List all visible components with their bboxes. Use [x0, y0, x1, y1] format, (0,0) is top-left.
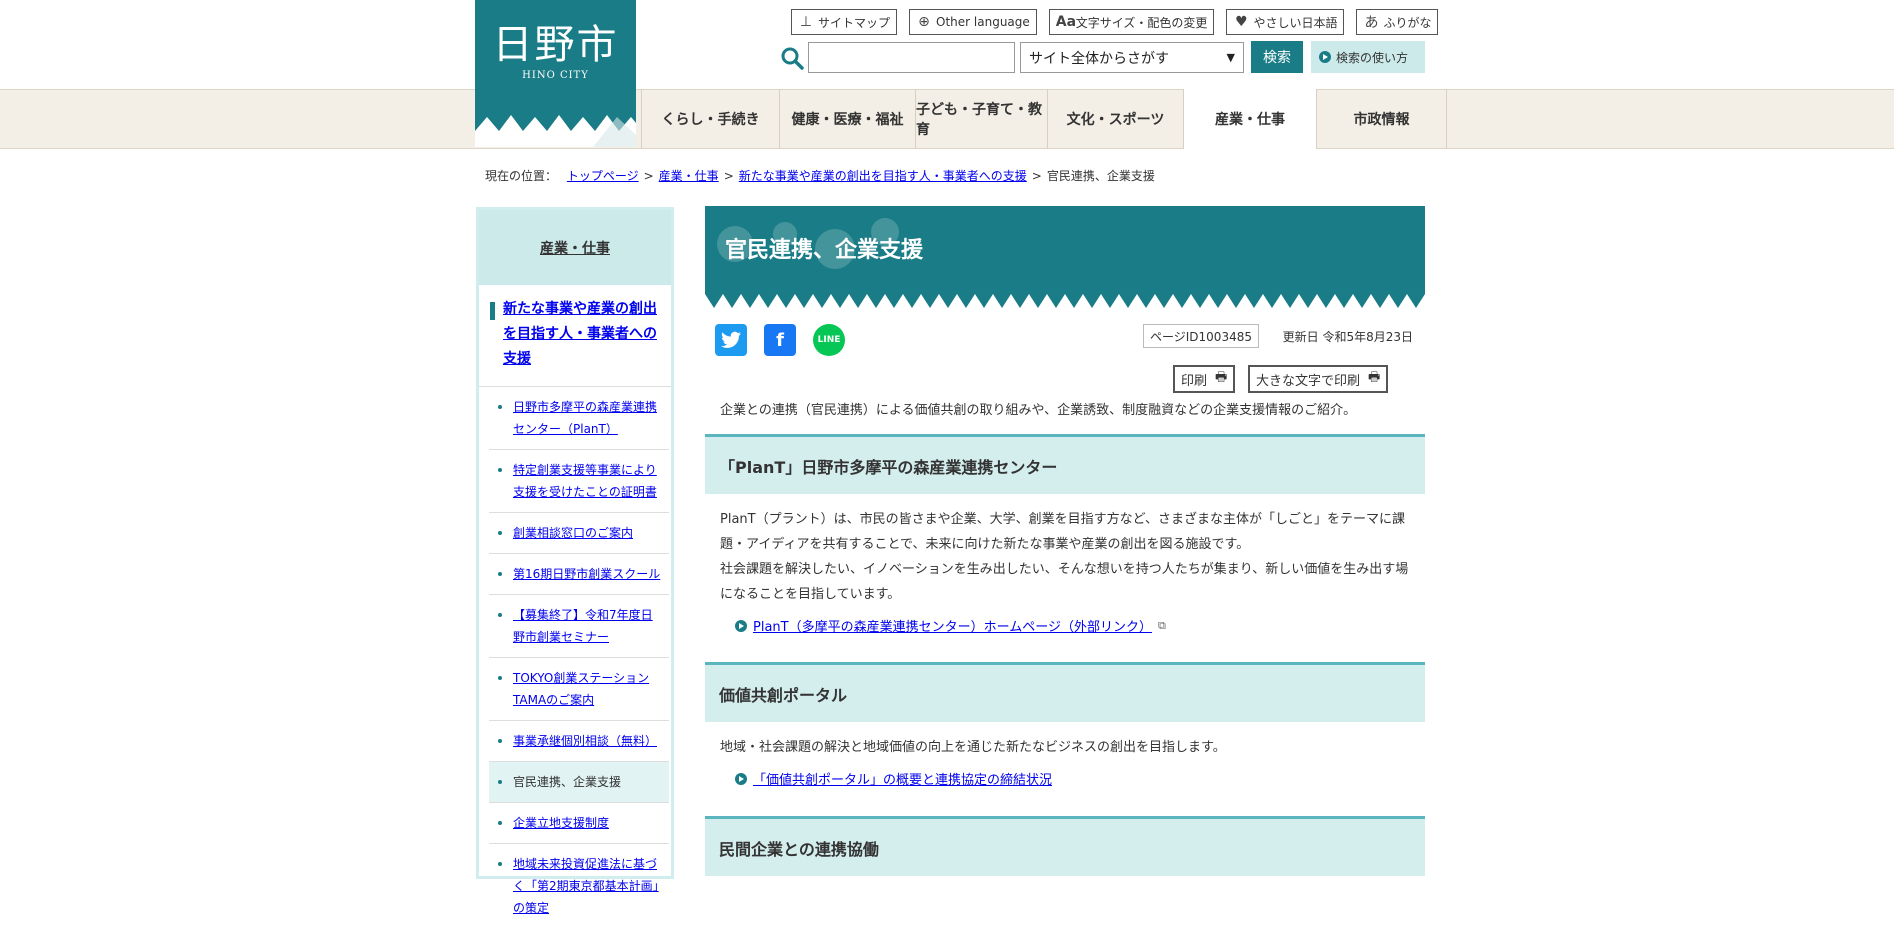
section-paragraph: 社会課題を解決したい、イノベーションを生み出したい、そんな想いを持つ人たちが集ま…: [720, 562, 1409, 602]
breadcrumb-current: 官民連携、企業支援: [1046, 169, 1155, 183]
search-scope-select[interactable]: サイト全体からさがす ▼: [1020, 42, 1244, 73]
play-circle-icon: [1319, 51, 1331, 63]
globe-icon: ⊕: [918, 14, 930, 30]
section-paragraph: 地域・社会課題の解決と地域価値の向上を通じた新たなビジネスの創出を目指します。: [720, 740, 1226, 755]
sitemap-label: サイトマップ: [818, 15, 891, 30]
sidebar-item-location[interactable]: 企業立地支援制度: [489, 803, 669, 844]
sidebar: 産業・仕事 新たな事業や産業の創出を目指す人・事業者への支援 日野市多摩平の森産…: [476, 207, 674, 915]
sidebar-item-label: 事業承継個別相談（無料）: [513, 734, 658, 748]
search-help-label: 検索の使い方: [1336, 50, 1409, 65]
page-meta: f LINE ページID1003485 更新日 令和5年8月23日 印刷 🖶 大…: [705, 308, 1425, 398]
printer-icon: 🖶: [1368, 370, 1381, 385]
title-band: 官民連携、企業支援: [705, 206, 1425, 308]
page-id: ページID1003485: [1143, 324, 1259, 348]
sidebar-item-label: 創業相談窓口のご案内: [513, 526, 634, 540]
sitemap-button[interactable]: ⊥ サイトマップ: [791, 9, 898, 35]
nav-item-living[interactable]: くらし・手続き: [641, 89, 779, 149]
sidebar-item-label: 第16期日野市創業スクール: [513, 567, 661, 581]
logo-subtext: HINO CITY: [522, 70, 589, 81]
printer-icon: 🖶: [1215, 370, 1228, 385]
sidebar-item-label: 企業立地支援制度: [513, 816, 610, 830]
sidebar-item-tokyo-station[interactable]: TOKYO創業ステーションTAMAのご案内: [489, 658, 669, 721]
site-header: 日野市 HINO CITY ⊥ サイトマップ ⊕ Other language …: [0, 0, 1894, 150]
furigana-label: ふりがな: [1383, 15, 1432, 30]
text-size-label: 文字サイズ・配色の変更: [1075, 15, 1208, 30]
breadcrumb: 現在の位置： トップページ > 産業・仕事 > 新たな事業や産業の創出を目指す人・事業者…: [485, 169, 1155, 183]
other-language-label: Other language: [936, 15, 1030, 29]
furigana-icon: あ: [1364, 15, 1379, 31]
sidebar-item-succession[interactable]: 事業承継個別相談（無料）: [489, 721, 669, 762]
nav-item-children[interactable]: 子ども・子育て・教育: [915, 89, 1047, 149]
global-nav: くらし・手続き 健康・医療・福祉 子ども・子育て・教育 文化・スポーツ 産業・仕…: [641, 89, 1447, 149]
sidebar-item-label: 特定創業支援等事業により支援を受けたことの証明書: [513, 463, 657, 499]
mountain-logo-icon: [475, 115, 636, 147]
sidebar-item-label: TOKYO創業ステーションTAMAのご案内: [513, 671, 650, 707]
sidebar-list: 日野市多摩平の森産業連携センター（PlanT） 特定創業支援等事業により支援を受…: [479, 387, 671, 928]
link-arrow-icon: [735, 619, 747, 632]
twitter-icon[interactable]: [715, 324, 747, 356]
plant-homepage-link[interactable]: PlanT（多摩平の森産業連携センター）ホームページ（外部リンク） ⧉: [705, 607, 1425, 635]
breadcrumb-link-industry[interactable]: 産業・仕事: [659, 169, 719, 183]
sidebar-item-label: 地域未来投資促進法に基づく「第2期東京都基本計画」の策定: [513, 857, 659, 915]
breadcrumb-link-top[interactable]: トップページ: [567, 169, 639, 183]
sidebar-item-label: 日野市多摩平の森産業連携センター（PlanT）: [513, 400, 658, 436]
sidebar-subheading[interactable]: 新たな事業や産業の創出を目指す人・事業者への支援: [479, 285, 671, 387]
section-heading-plant: 「PlanT」日野市多摩平の森産業連携センター: [705, 434, 1425, 494]
section-heading-partnership: 民間企業との連携協働: [705, 816, 1425, 876]
sidebar-item-seminar[interactable]: 【募集終了】令和7年度日野市創業セミナー: [489, 595, 669, 658]
link-label: PlanT（多摩平の森産業連携センター）ホームページ（外部リンク）: [753, 620, 1152, 635]
sidebar-item-certificate[interactable]: 特定創業支援等事業により支援を受けたことの証明書: [489, 450, 669, 513]
print-large-button[interactable]: 大きな文字で印刷 🖶: [1248, 365, 1389, 393]
line-icon[interactable]: LINE: [813, 324, 845, 356]
nav-item-health[interactable]: 健康・医療・福祉: [779, 89, 915, 149]
search-icon: [781, 47, 804, 70]
sidebar-item-label: 官民連携、企業支援: [513, 775, 622, 789]
external-link-icon: ⧉: [1157, 618, 1166, 632]
nav-item-industry[interactable]: 産業・仕事: [1183, 89, 1316, 149]
nav-item-city-info[interactable]: 市政情報: [1316, 89, 1447, 149]
logo-text: 日野市: [492, 22, 619, 68]
breadcrumb-link-support[interactable]: 新たな事業や産業の創出を目指す人・事業者への支援: [739, 169, 1027, 183]
breadcrumb-prefix: 現在の位置：: [485, 169, 558, 183]
furigana-button[interactable]: あ ふりがな: [1356, 9, 1439, 35]
sidebar-item-school[interactable]: 第16期日野市創業スクール: [489, 554, 669, 595]
utility-links: ⊥ サイトマップ ⊕ Other language Aa 文字サイズ・配色の変更…: [791, 9, 1439, 35]
link-arrow-icon: [735, 772, 747, 785]
chevron-down-icon: ▼: [1226, 51, 1235, 64]
print-label: 印刷: [1181, 373, 1208, 389]
search-input[interactable]: [808, 42, 1015, 73]
sitemap-icon: ⊥: [799, 14, 813, 30]
zigzag-divider: [705, 294, 1425, 308]
search-help-link[interactable]: 検索の使い方: [1311, 41, 1425, 73]
nav-item-culture[interactable]: 文化・スポーツ: [1047, 89, 1183, 149]
search-button[interactable]: 検索: [1251, 41, 1303, 73]
portal-overview-link[interactable]: 「価値共創ポータル」の概要と連携協定の締結状況: [705, 760, 1425, 788]
updated-date: 更新日 令和5年8月23日: [1282, 330, 1413, 344]
sidebar-heading[interactable]: 産業・仕事: [479, 210, 671, 285]
share-buttons: f LINE: [715, 324, 845, 356]
main-content: 官民連携、企業支援 f LINE ページID1003485 更新日 令和5年8月…: [705, 206, 1425, 901]
print-large-label: 大きな文字で印刷: [1256, 373, 1361, 389]
lead-text: 企業との連携（官民連携）による価値共創の取り組みや、企業誘致、制度融資などの企業…: [720, 403, 1357, 418]
link-label: 「価値共創ポータル」の概要と連携協定の締結状況: [753, 773, 1053, 788]
sidebar-item-plant[interactable]: 日野市多摩平の森産業連携センター（PlanT）: [489, 387, 669, 450]
site-logo[interactable]: 日野市 HINO CITY: [475, 0, 636, 147]
text-size-color-button[interactable]: Aa 文字サイズ・配色の変更: [1048, 9, 1215, 35]
easy-japanese-label: やさしい日本語: [1253, 15, 1338, 30]
section-paragraph: PlanT（プラント）は、市民の皆さまや企業、大学、創業を目指す方など、さまざま…: [720, 512, 1405, 552]
text-size-icon: Aa: [1055, 14, 1077, 30]
heart-icon: ♥: [1235, 14, 1248, 30]
other-language-button[interactable]: ⊕ Other language: [909, 9, 1037, 35]
sidebar-item-current: 官民連携、企業支援: [489, 762, 669, 803]
page-title: 官民連携、企業支援: [725, 238, 924, 263]
print-button[interactable]: 印刷 🖶: [1173, 365, 1236, 393]
sidebar-item-consultation[interactable]: 創業相談窓口のご案内: [489, 513, 669, 554]
section-heading-portal: 価値共創ポータル: [705, 662, 1425, 722]
easy-japanese-button[interactable]: ♥ やさしい日本語: [1226, 9, 1345, 35]
sidebar-item-label: 【募集終了】令和7年度日野市創業セミナー: [513, 608, 653, 644]
search-scope-value: サイト全体からさがす: [1029, 50, 1169, 67]
facebook-icon[interactable]: f: [764, 324, 796, 356]
sidebar-item-regional-plan[interactable]: 地域未来投資促進法に基づく「第2期東京都基本計画」の策定: [489, 844, 669, 928]
